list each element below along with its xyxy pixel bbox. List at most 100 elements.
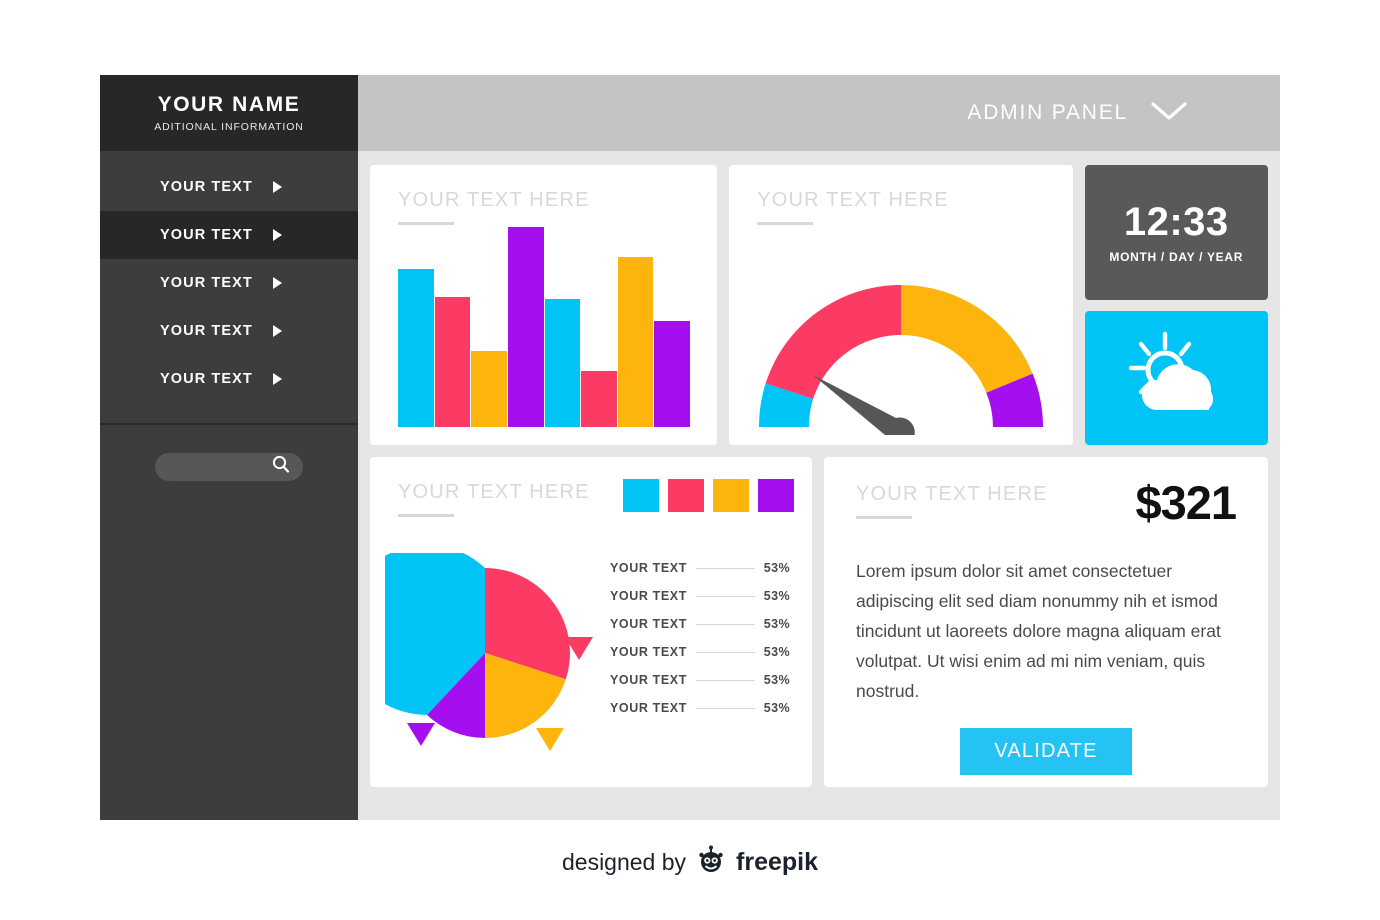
bottom-row: YOUR TEXT HERE YOUR TEXT 53% YOUR TEXT 5… <box>370 457 1268 787</box>
card-title-underline <box>398 222 454 225</box>
clock-widget: 12:33 MONTH / DAY / YEAR <box>1084 165 1268 300</box>
legend-leader <box>695 679 755 681</box>
sidebar-item-3[interactable]: YOUR TEXT <box>100 259 358 307</box>
gauge-chart <box>729 275 1072 435</box>
legend-label: YOUR TEXT <box>610 561 687 575</box>
sidebar-item-label: YOUR TEXT <box>160 323 253 339</box>
legend-row: YOUR TEXT 53% <box>610 701 790 715</box>
swatch-cyan[interactable] <box>623 479 659 512</box>
legend-label: YOUR TEXT <box>610 617 687 631</box>
legend-value: 53% <box>763 589 790 603</box>
pie-chart <box>385 553 593 751</box>
bar <box>581 371 617 427</box>
legend-label: YOUR TEXT <box>610 673 687 687</box>
legend-value: 53% <box>763 561 790 575</box>
legend-leader <box>695 567 755 569</box>
legend-row: YOUR TEXT 53% <box>610 617 790 631</box>
amount-title-block: YOUR TEXT HERE <box>856 457 1048 519</box>
search-icon[interactable] <box>271 455 291 480</box>
sidebar-item-1[interactable]: YOUR TEXT <box>100 163 358 211</box>
bar <box>507 227 544 427</box>
bar <box>398 269 434 427</box>
sidebar-item-label: YOUR TEXT <box>160 227 253 243</box>
bar <box>654 321 690 427</box>
legend-row: YOUR TEXT 53% <box>610 589 790 603</box>
sidebar-nav: YOUR TEXT YOUR TEXT YOUR TEXT YOUR TEXT … <box>100 151 358 403</box>
sidebar-search <box>100 453 358 481</box>
search-input[interactable] <box>155 453 303 481</box>
validate-wrap: VALIDATE <box>856 728 1236 776</box>
sidebar-item-label: YOUR TEXT <box>160 179 253 195</box>
legend-leader <box>695 595 755 597</box>
pie-chart-card: YOUR TEXT HERE YOUR TEXT 53% YOUR TEXT 5… <box>370 457 812 787</box>
sun-behind-cloud-icon <box>1121 330 1231 427</box>
validate-button[interactable]: VALIDATE <box>960 728 1132 776</box>
gauge-segments <box>758 284 1043 427</box>
bar-chart <box>398 227 690 427</box>
sidebar-divider <box>100 423 358 425</box>
bar <box>544 299 581 427</box>
top-row: YOUR TEXT HERE YOUR TEXT HERE 12:33 MONT… <box>370 165 1268 445</box>
admin-panel-label: ADMIN PANEL <box>967 101 1128 124</box>
pie-marker-orange <box>536 728 564 751</box>
legend-row: YOUR TEXT 53% <box>610 673 790 687</box>
bar-chart-card: YOUR TEXT HERE <box>370 165 718 445</box>
sidebar: YOUR NAME ADITIONAL INFORMATION YOUR TEX… <box>100 75 358 820</box>
caret-right-icon <box>272 373 282 385</box>
swatch-pink[interactable] <box>668 479 704 512</box>
content-area: YOUR TEXT HERE YOUR TEXT HERE 12:33 MONT… <box>358 151 1280 820</box>
caret-right-icon <box>272 277 282 289</box>
legend-row: YOUR TEXT 53% <box>610 645 790 659</box>
sidebar-brand: YOUR NAME ADITIONAL INFORMATION <box>100 75 358 151</box>
bar <box>617 257 654 427</box>
swatch-orange[interactable] <box>713 479 749 512</box>
sidebar-item-2[interactable]: YOUR TEXT <box>100 211 358 259</box>
amount-value: $321 <box>1135 476 1237 529</box>
color-swatches <box>623 479 794 512</box>
weather-widget <box>1084 311 1268 445</box>
legend-value: 53% <box>763 673 790 687</box>
legend-label: YOUR TEXT <box>610 645 687 659</box>
amount-card: YOUR TEXT HERE $321 Lorem ipsum dolor si… <box>824 457 1268 787</box>
card-title-underline <box>757 222 814 225</box>
sidebar-item-label: YOUR TEXT <box>160 371 253 387</box>
dashboard-page: YOUR NAME ADITIONAL INFORMATION YOUR TEX… <box>0 0 1380 920</box>
gauge-card: YOUR TEXT HERE <box>729 165 1073 445</box>
brand-name: YOUR NAME <box>157 93 301 117</box>
sidebar-item-4[interactable]: YOUR TEXT <box>100 307 358 355</box>
freepik-robot-icon <box>696 845 726 880</box>
top-header: ADMIN PANEL <box>358 75 1280 151</box>
legend-leader <box>695 651 755 653</box>
footer: designed by freepik <box>0 845 1380 880</box>
card-title: YOUR TEXT HERE <box>757 189 949 211</box>
card-title: YOUR TEXT HERE <box>856 483 1048 505</box>
card-title: YOUR TEXT HERE <box>398 189 590 211</box>
clock-date: MONTH / DAY / YEAR <box>1109 249 1244 264</box>
sidebar-item-5[interactable]: YOUR TEXT <box>100 355 358 403</box>
legend-leader <box>695 623 755 625</box>
card-title-underline <box>398 514 454 517</box>
legend-label: YOUR TEXT <box>610 701 687 715</box>
brand-subtitle: ADITIONAL INFORMATION <box>154 120 304 133</box>
legend-value: 53% <box>763 645 790 659</box>
gauge-needle <box>812 375 915 435</box>
footer-brand: freepik <box>736 848 819 876</box>
footer-designed-by: designed by <box>561 849 687 875</box>
legend-row: YOUR TEXT 53% <box>610 561 790 575</box>
legend-value: 53% <box>763 701 790 715</box>
bar <box>434 297 471 427</box>
bar <box>471 351 507 427</box>
legend-label: YOUR TEXT <box>610 589 687 603</box>
caret-right-icon <box>272 181 282 193</box>
pie-body: YOUR TEXT 53% YOUR TEXT 53% YOUR TEXT 53… <box>370 553 812 768</box>
swatch-purple[interactable] <box>758 479 794 512</box>
card-title-underline <box>856 516 912 519</box>
widgets-column: 12:33 MONTH / DAY / YEAR <box>1084 165 1268 445</box>
pie-holder <box>370 553 610 758</box>
legend-leader <box>695 707 755 709</box>
caret-right-icon <box>272 325 282 337</box>
chevron-down-icon[interactable] <box>1150 100 1188 127</box>
pie-marker-purple <box>407 723 435 746</box>
pie-legend: YOUR TEXT 53% YOUR TEXT 53% YOUR TEXT 53… <box>610 553 812 729</box>
clock-time: 12:33 <box>1123 199 1229 244</box>
